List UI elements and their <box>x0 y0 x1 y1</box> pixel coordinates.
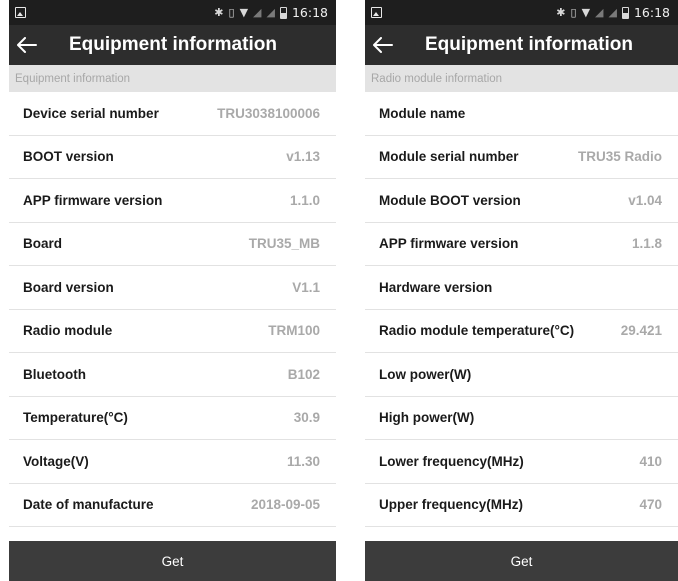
list-item: APP firmware version 1.1.0 <box>9 179 336 223</box>
list-item: Low power(W) <box>365 353 678 397</box>
back-button[interactable] <box>373 27 409 63</box>
item-value: 30.9 <box>293 410 320 426</box>
item-label: Date of manufacture <box>23 497 154 513</box>
item-value: 1.1.8 <box>631 236 662 252</box>
signal-icon-2: ◢ <box>608 6 617 19</box>
item-value: TRU35 Radio <box>577 149 662 165</box>
list-item: Radio module temperature(°C) 29.421 <box>365 309 678 353</box>
info-list: Module name Module serial number TRU35 R… <box>365 92 678 527</box>
back-button[interactable] <box>17 27 53 63</box>
item-value: 470 <box>639 497 662 513</box>
item-value: 2018-09-05 <box>250 497 320 513</box>
item-value: TRM100 <box>268 323 320 339</box>
wifi-icon: ▼ <box>581 6 591 19</box>
status-bar: ✱ ▯ ▼ ◢ ◢ 16:18 <box>9 0 336 25</box>
list-item: BOOT version v1.13 <box>9 135 336 179</box>
right-phone-screen: ✱ ▯ ▼ ◢ ◢ 16:18 Equipment information Ra… <box>365 0 678 581</box>
item-label: Temperature(°C) <box>23 410 128 426</box>
item-label: Low power(W) <box>379 366 472 382</box>
item-value: v1.04 <box>628 192 662 208</box>
list-item: Board TRU35_MB <box>9 222 336 266</box>
item-label: Module serial number <box>379 149 519 165</box>
image-notification-icon <box>371 7 382 18</box>
status-bar: ✱ ▯ ▼ ◢ ◢ 16:18 <box>365 0 678 25</box>
item-label: APP firmware version <box>379 236 519 252</box>
signal-icon: ◢ <box>253 6 262 19</box>
list-item: Module serial number TRU35 Radio <box>365 135 678 179</box>
item-label: Bluetooth <box>23 366 86 382</box>
item-value: 29.421 <box>620 323 662 339</box>
battery-icon <box>621 6 629 19</box>
item-value: V1.1 <box>292 279 320 295</box>
item-value: B102 <box>287 366 320 382</box>
get-button[interactable]: Get <box>9 541 336 581</box>
screenshot-stage: ✱ ▯ ▼ ◢ ◢ 16:18 Equipment information Eq… <box>0 0 678 581</box>
get-button[interactable]: Get <box>365 541 678 581</box>
item-value: 1.1.0 <box>289 192 320 208</box>
list-item: Radio module TRM100 <box>9 309 336 353</box>
list-item: Lower frequency(MHz) 410 <box>365 440 678 484</box>
list-item: High power(W) <box>365 396 678 440</box>
list-item: Board version V1.1 <box>9 266 336 310</box>
list-item: Temperature(°C) 30.9 <box>9 396 336 440</box>
signal-icon: ◢ <box>595 6 604 19</box>
item-label: Upper frequency(MHz) <box>379 497 524 513</box>
arrow-left-icon <box>373 37 393 53</box>
wifi-icon: ▼ <box>239 6 249 19</box>
list-item: Upper frequency(MHz) 470 <box>365 483 678 527</box>
page-title: Equipment information <box>425 34 633 55</box>
list-item: Bluetooth B102 <box>9 353 336 397</box>
list-item: Hardware version <box>365 266 678 310</box>
list-item: Voltage(V) 11.30 <box>9 440 336 484</box>
item-label: Voltage(V) <box>23 453 89 469</box>
list-item: Date of manufacture 2018-09-05 <box>9 483 336 527</box>
image-notification-icon <box>15 7 26 18</box>
item-label: High power(W) <box>379 410 475 426</box>
section-header: Equipment information <box>9 65 336 92</box>
item-label: Radio module temperature(°C) <box>379 323 575 339</box>
info-list: Device serial number TRU3038100006 BOOT … <box>9 92 336 527</box>
left-phone-screen: ✱ ▯ ▼ ◢ ◢ 16:18 Equipment information Eq… <box>9 0 336 581</box>
list-item: Module BOOT version v1.04 <box>365 179 678 223</box>
vibrate-icon: ▯ <box>570 6 577 19</box>
item-label: Device serial number <box>23 105 159 121</box>
item-label: Module name <box>379 105 466 121</box>
item-label: Module BOOT version <box>379 192 521 208</box>
list-item: Device serial number TRU3038100006 <box>9 92 336 136</box>
item-label: Board <box>23 236 63 252</box>
app-bar: Equipment information <box>9 25 336 65</box>
item-label: Hardware version <box>379 279 493 295</box>
item-label: APP firmware version <box>23 192 163 208</box>
item-value: TRU35_MB <box>248 236 320 252</box>
item-label: BOOT version <box>23 149 114 165</box>
status-time: 16:18 <box>291 5 328 20</box>
bluetooth-icon: ✱ <box>214 6 224 19</box>
item-label: Radio module <box>23 323 113 339</box>
item-label: Board version <box>23 279 114 295</box>
arrow-left-icon <box>17 37 37 53</box>
app-bar: Equipment information <box>365 25 678 65</box>
status-time: 16:18 <box>633 5 670 20</box>
item-value: 11.30 <box>286 453 320 469</box>
battery-icon <box>279 6 287 19</box>
vibrate-icon: ▯ <box>228 6 235 19</box>
section-header: Radio module information <box>365 65 678 92</box>
page-title: Equipment information <box>69 34 277 55</box>
signal-icon-2: ◢ <box>266 6 275 19</box>
bluetooth-icon: ✱ <box>556 6 566 19</box>
list-item: Module name <box>365 92 678 136</box>
item-value: v1.13 <box>286 149 320 165</box>
item-value: TRU3038100006 <box>217 105 320 121</box>
list-item: APP firmware version 1.1.8 <box>365 222 678 266</box>
item-value: 410 <box>639 453 662 469</box>
item-label: Lower frequency(MHz) <box>379 453 524 469</box>
